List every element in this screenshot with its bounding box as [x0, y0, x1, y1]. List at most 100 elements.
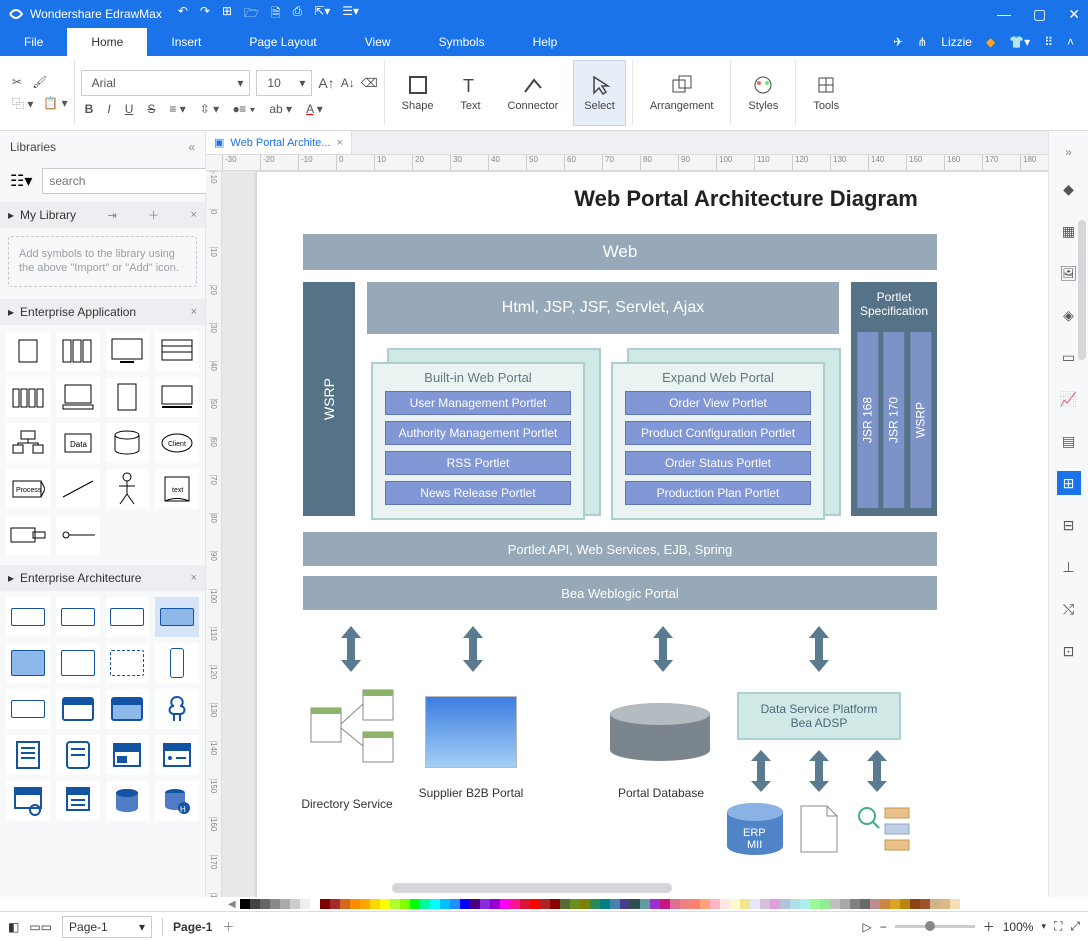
color-swatch[interactable]	[340, 899, 350, 909]
shape-item[interactable]	[155, 735, 199, 775]
redo-button[interactable]: ↷	[200, 4, 210, 25]
search-list-icon[interactable]	[853, 802, 913, 856]
shape-item[interactable]	[106, 735, 150, 775]
color-swatch[interactable]	[720, 899, 730, 909]
color-swatch[interactable]	[680, 899, 690, 909]
close-entarch-button[interactable]: ×	[191, 572, 197, 584]
color-swatch[interactable]	[930, 899, 940, 909]
tree-icon[interactable]: ⊥	[1057, 555, 1081, 579]
color-swatch[interactable]	[550, 899, 560, 909]
color-swatch[interactable]	[740, 899, 750, 909]
portlet-spec-box[interactable]: Portlet Specification JSR 168 JSR 170 WS…	[851, 282, 937, 516]
properties-icon[interactable]: ⊞	[1057, 471, 1081, 495]
page-tab[interactable]: Page-1	[173, 920, 212, 934]
builtin-panel[interactable]: Built-in Web Portal User Management Port…	[371, 362, 585, 520]
shape-item[interactable]	[106, 469, 150, 509]
color-swatch[interactable]	[620, 899, 630, 909]
paste-button[interactable]: 📋 ▾	[43, 96, 67, 110]
shape-item[interactable]	[155, 377, 199, 417]
enterprise-application-header[interactable]: ▸ Enterprise Application×	[0, 299, 205, 325]
tools-button[interactable]: Tools	[802, 60, 850, 126]
add-page-button[interactable]: ＋	[222, 918, 234, 935]
export-button[interactable]: ⇱▾	[314, 4, 330, 25]
collapse-panel-button[interactable]: «	[188, 140, 195, 154]
format-painter-button[interactable]: 🖌	[32, 75, 47, 89]
color-swatch[interactable]	[900, 899, 910, 909]
data-service-platform-box[interactable]: Data Service PlatformBea ADSP	[737, 692, 901, 740]
api-box[interactable]: Portlet API, Web Services, EJB, Spring	[303, 532, 937, 566]
shape-item[interactable]	[106, 423, 150, 463]
color-swatch[interactable]	[830, 899, 840, 909]
view-multi-button[interactable]: ▭▭	[29, 920, 52, 934]
import-icon[interactable]: ⇥	[107, 209, 116, 222]
color-swatch[interactable]	[710, 899, 720, 909]
color-swatch[interactable]	[630, 899, 640, 909]
collapse-ribbon-button[interactable]: ˄	[1067, 35, 1074, 49]
my-library-header[interactable]: ▸ My Library ⇥ ＋ ×	[0, 202, 205, 228]
color-swatch[interactable]	[870, 899, 880, 909]
color-swatch[interactable]	[530, 899, 540, 909]
color-swatch[interactable]	[750, 899, 760, 909]
spec-item[interactable]: JSR 168	[857, 332, 878, 508]
color-swatch[interactable]	[360, 899, 370, 909]
color-swatch[interactable]	[370, 899, 380, 909]
color-swatch[interactable]	[420, 899, 430, 909]
shape-item[interactable]	[106, 689, 150, 729]
color-swatch[interactable]	[460, 899, 470, 909]
color-swatch[interactable]	[240, 899, 250, 909]
new-button[interactable]: ⊞	[222, 4, 232, 25]
color-swatch[interactable]	[300, 899, 310, 909]
shape-item[interactable]: Process	[6, 469, 50, 509]
minimize-button[interactable]: —	[997, 6, 1011, 23]
color-swatch[interactable]	[330, 899, 340, 909]
connector-button[interactable]: Connector	[496, 60, 569, 126]
color-swatch[interactable]	[310, 899, 320, 909]
font-family-select[interactable]: Arial▾	[81, 70, 251, 96]
color-swatch[interactable]	[260, 899, 270, 909]
image-icon[interactable]: 🖼	[1057, 261, 1081, 285]
clear-format-button[interactable]: ⌫	[361, 76, 378, 90]
shape-item[interactable]	[56, 643, 100, 683]
color-swatch[interactable]	[670, 899, 680, 909]
expand-right-panel-button[interactable]: »	[1065, 145, 1072, 159]
portlet-item[interactable]: Production Plan Portlet	[625, 481, 811, 505]
color-swatch[interactable]	[560, 899, 570, 909]
color-swatch[interactable]	[320, 899, 330, 909]
color-swatch[interactable]	[590, 899, 600, 909]
color-swatch[interactable]	[730, 899, 740, 909]
color-swatch[interactable]	[850, 899, 860, 909]
shuffle-icon[interactable]: ⤭	[1057, 597, 1081, 621]
horizontal-scrollbar[interactable]	[392, 883, 672, 893]
shrink-font-button[interactable]: A↓	[341, 76, 355, 90]
shape-item[interactable]	[6, 377, 50, 417]
shape-item[interactable]	[106, 643, 150, 683]
select-button[interactable]: Select	[573, 60, 626, 126]
add-icon[interactable]: ＋	[148, 207, 159, 223]
color-swatch[interactable]	[480, 899, 490, 909]
shape-item[interactable]	[6, 331, 50, 371]
zoom-slider[interactable]	[895, 925, 975, 928]
italic-button[interactable]: I	[107, 102, 110, 116]
color-swatch[interactable]	[860, 899, 870, 909]
save-button[interactable]: 🗎	[271, 4, 281, 25]
shape-item[interactable]	[56, 331, 100, 371]
color-swatch[interactable]	[820, 899, 830, 909]
apps-icon[interactable]: ⠿	[1044, 35, 1053, 49]
share-icon[interactable]: ⋔	[917, 35, 927, 49]
supplier-portal-icon[interactable]	[425, 696, 517, 768]
fill-icon[interactable]: ◆	[1057, 177, 1081, 201]
color-swatch[interactable]	[910, 899, 920, 909]
menu-file[interactable]: File	[0, 28, 67, 56]
shape-item[interactable]	[6, 781, 50, 821]
color-swatch[interactable]	[920, 899, 930, 909]
close-entapp-button[interactable]: ×	[191, 306, 197, 318]
color-swatch[interactable]	[280, 899, 290, 909]
wsrp-box[interactable]: WSRP	[303, 282, 355, 516]
bea-box[interactable]: Bea Weblogic Portal	[303, 576, 937, 610]
document-icon[interactable]	[797, 802, 841, 856]
fullscreen-button[interactable]: ⤢	[1070, 919, 1080, 934]
shape-item[interactable]	[56, 469, 100, 509]
color-swatch[interactable]	[350, 899, 360, 909]
grow-font-button[interactable]: A↑	[318, 75, 334, 91]
styles-button[interactable]: Styles	[737, 60, 789, 126]
